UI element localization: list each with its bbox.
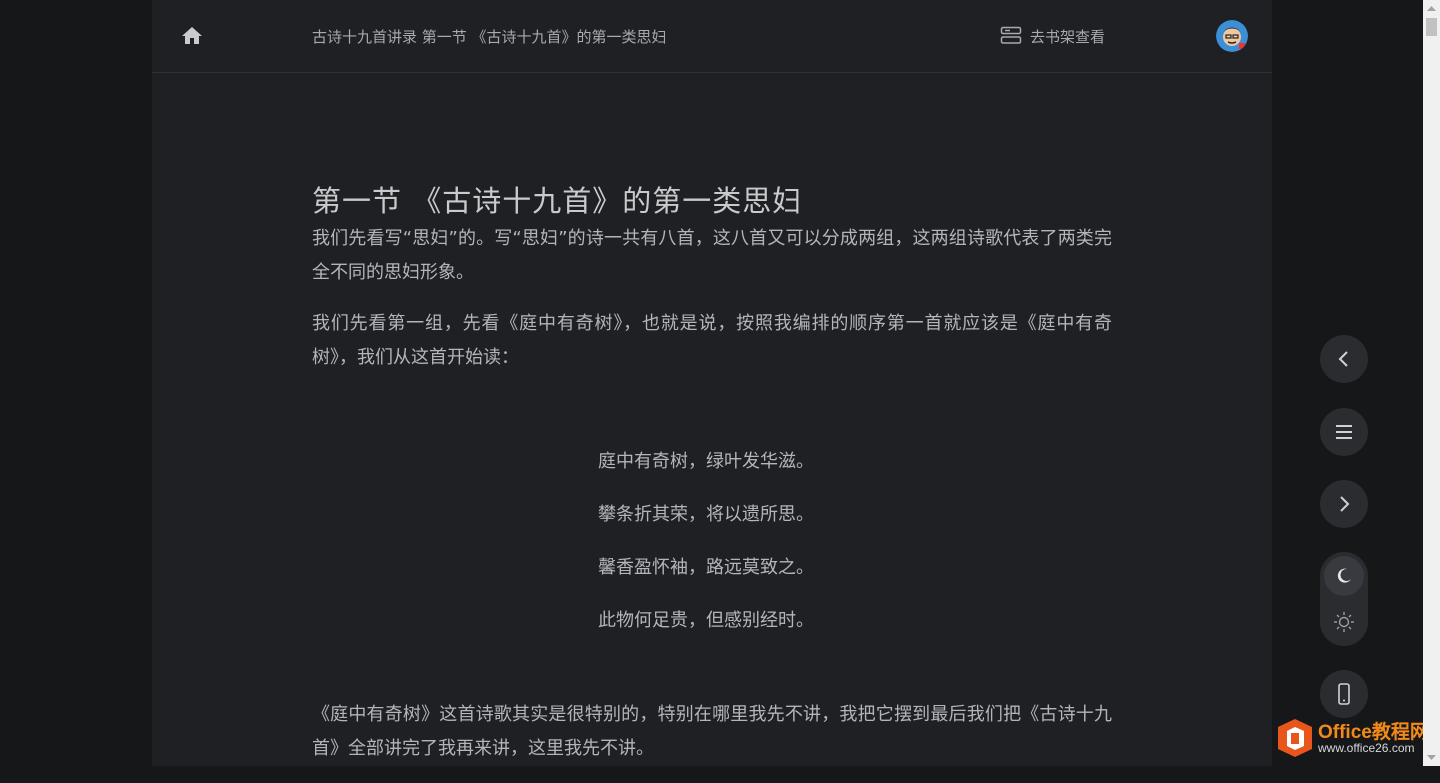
sun-icon bbox=[1334, 612, 1354, 632]
previous-chapter-button[interactable] bbox=[1320, 335, 1368, 383]
paragraph: 我们先看写“思妇”的。写“思妇”的诗一共有八首，这八首又可以分成两组，这两组诗歌… bbox=[312, 228, 1112, 283]
paragraph: 我们先看第一组，先看《庭中有奇树》，也就是说，按照我编排的顺序第一首就应该是《庭… bbox=[312, 313, 1112, 368]
phone-icon bbox=[1338, 683, 1350, 705]
vertical-scrollbar[interactable] bbox=[1423, 0, 1440, 766]
poem-line: 此物何足贵，但感别经时。 bbox=[598, 610, 814, 631]
office-logo-icon bbox=[1278, 719, 1312, 757]
bookshelf-link-label: 去书架查看 bbox=[1030, 27, 1106, 46]
scroll-thumb[interactable] bbox=[1426, 18, 1437, 36]
menu-icon bbox=[1336, 425, 1352, 439]
chapter-content: 第一节 《古诗十九首》的第一类思妇 我们先看写“思妇”的。写“思妇”的诗一共有八… bbox=[312, 170, 1112, 783]
home-button[interactable] bbox=[180, 24, 204, 48]
poem-line: 攀条折其荣，将以遗所思。 bbox=[598, 504, 814, 525]
light-mode-button[interactable] bbox=[1324, 602, 1364, 642]
home-icon bbox=[182, 27, 202, 44]
top-bar: 古诗十九首讲录 第一节 《古诗十九首》的第一类思妇 去书架查看 bbox=[152, 0, 1272, 73]
table-of-contents-button[interactable] bbox=[1320, 408, 1368, 456]
dark-mode-button[interactable] bbox=[1324, 556, 1364, 596]
bookshelf-icon bbox=[1000, 26, 1022, 44]
moon-icon bbox=[1337, 568, 1351, 583]
mobile-reading-button[interactable] bbox=[1320, 670, 1368, 718]
office26-watermark: Office教程网 www.office26.com bbox=[1276, 716, 1429, 760]
poem-line: 馨香盈怀袖，路远莫致之。 bbox=[598, 557, 814, 578]
poem-line: 庭中有奇树，绿叶发华滋。 bbox=[598, 451, 814, 472]
go-to-bookshelf-link[interactable]: 去书架查看 bbox=[1000, 24, 1105, 48]
next-chapter-button[interactable] bbox=[1320, 480, 1368, 528]
chevron-left-icon bbox=[1338, 351, 1348, 367]
scroll-down-arrow[interactable] bbox=[1423, 749, 1440, 766]
watermark-url: www.office26.com bbox=[1318, 740, 1415, 755]
triangle-down-icon bbox=[1427, 755, 1436, 760]
watermark-brand: Office教程网 bbox=[1318, 721, 1429, 743]
avatar-icon bbox=[1216, 20, 1248, 52]
scroll-up-arrow[interactable] bbox=[1423, 0, 1440, 17]
reader-panel: 古诗十九首讲录 第一节 《古诗十九首》的第一类思妇 去书架查看 第一节 《古诗十… bbox=[152, 0, 1272, 766]
chevron-right-icon bbox=[1340, 496, 1350, 512]
breadcrumb: 古诗十九首讲录 第一节 《古诗十九首》的第一类思妇 bbox=[312, 28, 667, 46]
poem-block: 庭中有奇树，绿叶发华滋。 攀条折其荣，将以遗所思。 馨香盈怀袖，路远莫致之。 此… bbox=[598, 445, 1112, 638]
chapter-title: 第一节 《古诗十九首》的第一类思妇 bbox=[312, 184, 803, 218]
paragraph: 《庭中有奇树》这首诗歌其实是很特别的，特别在哪里我先不讲，我把它摆到最后我们把《… bbox=[312, 704, 1112, 759]
watermark-text: Office教程网 www.office26.com bbox=[1318, 723, 1429, 754]
user-avatar[interactable] bbox=[1216, 20, 1248, 52]
triangle-up-icon bbox=[1427, 6, 1436, 11]
theme-toggle bbox=[1320, 552, 1368, 646]
